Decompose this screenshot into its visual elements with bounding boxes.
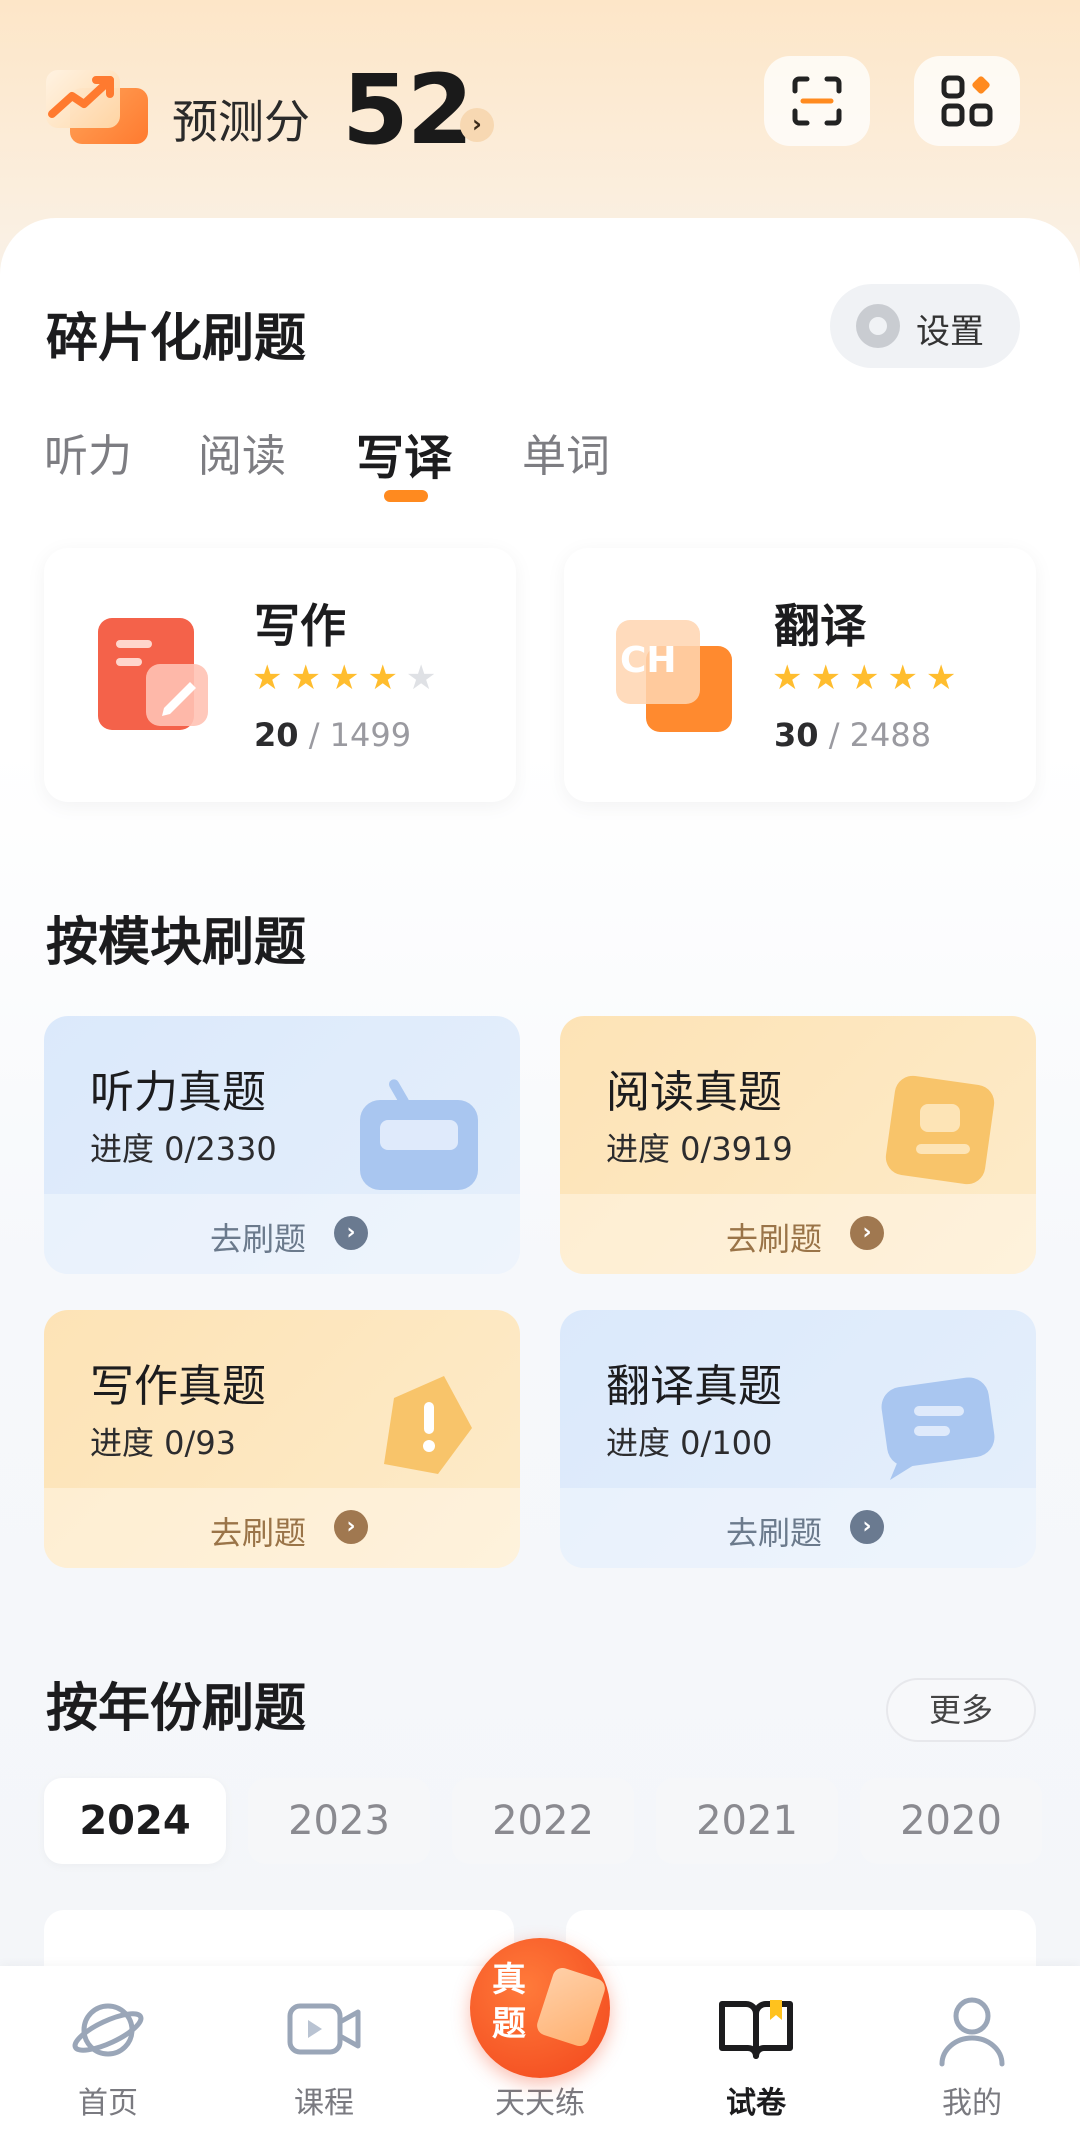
svg-text:CH: CH: [620, 640, 677, 681]
module-card-reading[interactable]: 阅读真题 进度 0/3919 去刷题 ›: [560, 1016, 1036, 1274]
settings-icon: [856, 304, 900, 348]
tab-vocabulary[interactable]: 单词: [522, 420, 610, 484]
book-reading-icon: [885, 1075, 995, 1185]
year-chip-2021[interactable]: 2021: [656, 1778, 838, 1864]
score-label[interactable]: 预测分: [172, 86, 310, 152]
chat-bubble-icon: [881, 1377, 995, 1480]
section-title-years: 按年份刷题: [46, 1679, 307, 1739]
section-title-modules: 按模块刷题: [46, 913, 307, 973]
translation-card[interactable]: CH 翻译 ★★★★★ 30 / 2488: [564, 548, 1036, 802]
apps-button[interactable]: [914, 56, 1020, 146]
module-progress: 进度 0/100: [606, 1424, 773, 1462]
go-practice-label: 去刷题: [726, 1514, 823, 1552]
module-footer[interactable]: 去刷题 ›: [44, 1488, 520, 1568]
module-footer[interactable]: 去刷题 ›: [560, 1194, 1036, 1274]
writing-card-title: 写作: [254, 599, 346, 653]
chevron-right-icon[interactable]: ›: [460, 108, 494, 142]
paper-decoration-icon: [534, 1965, 608, 2049]
writing-progress: 20 / 1499: [254, 716, 412, 754]
module-card-translation[interactable]: 翻译真题 进度 0/100 去刷题 ›: [560, 1310, 1036, 1568]
radio-icon: [360, 1079, 478, 1190]
tabbar-label: 天天练: [495, 2086, 585, 2121]
module-progress: 进度 0/2330: [90, 1130, 277, 1168]
chevron-right-icon: ›: [850, 1510, 884, 1544]
chevron-right-icon: ›: [850, 1216, 884, 1250]
module-footer[interactable]: 去刷题 ›: [44, 1194, 520, 1274]
pen-nib-icon: [384, 1376, 472, 1474]
daily-practice-center-button[interactable]: 真题: [470, 1938, 610, 2078]
book-icon: [719, 2000, 793, 2059]
header: 预测分 52 ›: [0, 40, 1080, 170]
go-practice-label: 去刷题: [210, 1514, 307, 1552]
tabbar-profile[interactable]: 我的: [892, 1966, 1052, 2140]
module-progress: 进度 0/3919: [606, 1130, 793, 1168]
module-title: 听力真题: [90, 1067, 266, 1118]
scan-button[interactable]: [764, 56, 870, 146]
section-title-fragment: 碎片化刷题: [46, 309, 307, 369]
module-card-listening[interactable]: 听力真题 进度 0/2330 去刷题 ›: [44, 1016, 520, 1274]
module-progress: 进度 0/93: [90, 1424, 237, 1462]
tabbar-label: 我的: [942, 2086, 1002, 2121]
tab-writing-translation[interactable]: 写译: [356, 418, 452, 488]
year-chip-2020[interactable]: 2020: [860, 1778, 1042, 1864]
year-chip-2023[interactable]: 2023: [248, 1778, 430, 1864]
tabbar-label: 课程: [294, 2086, 354, 2121]
module-title: 阅读真题: [606, 1067, 782, 1118]
fragment-tabs: 听力 阅读 写译 单词: [0, 420, 1080, 510]
score-value[interactable]: 52: [342, 54, 474, 166]
translation-star-rating: ★★★★★: [772, 658, 965, 698]
settings-label: 设置: [916, 312, 984, 352]
settings-button[interactable]: 设置: [830, 284, 1020, 368]
tabbar-exam-papers[interactable]: 试卷: [676, 1966, 836, 2140]
planet-icon: [72, 2003, 144, 2057]
tab-reading[interactable]: 阅读: [198, 420, 286, 484]
chevron-right-icon: ›: [334, 1216, 368, 1250]
center-button-label: 真题: [492, 1960, 526, 2044]
chevron-right-icon: ›: [334, 1510, 368, 1544]
tabbar-courses[interactable]: 课程: [244, 1966, 404, 2140]
apps-grid-icon: [941, 75, 993, 127]
translation-icon: CH: [616, 620, 732, 732]
tabbar-home[interactable]: 首页: [28, 1966, 188, 2140]
tabbar-label: 首页: [78, 2086, 138, 2121]
writing-star-rating: ★★★★★: [252, 658, 445, 698]
prediction-logo-icon: [42, 60, 152, 150]
year-chip-2024[interactable]: 2024: [44, 1778, 226, 1864]
more-button[interactable]: 更多: [886, 1678, 1036, 1742]
person-icon: [939, 1997, 1005, 2067]
translation-progress: 30 / 2488: [774, 716, 932, 754]
module-card-writing[interactable]: 写作真题 进度 0/93 去刷题 ›: [44, 1310, 520, 1568]
writing-card[interactable]: 写作 ★★★★★ 20 / 1499: [44, 548, 516, 802]
tabbar-label: 试卷: [726, 2086, 786, 2121]
writing-icon: [98, 618, 208, 730]
tab-listening[interactable]: 听力: [44, 420, 132, 484]
module-title: 写作真题: [90, 1361, 266, 1412]
go-practice-label: 去刷题: [210, 1220, 307, 1258]
translation-card-title: 翻译: [774, 599, 866, 653]
module-title: 翻译真题: [606, 1361, 782, 1412]
active-tab-indicator: [384, 490, 428, 502]
year-chip-2022[interactable]: 2022: [452, 1778, 634, 1864]
module-footer[interactable]: 去刷题 ›: [560, 1488, 1036, 1568]
go-practice-label: 去刷题: [726, 1220, 823, 1258]
scan-icon: [792, 76, 842, 126]
video-icon: [287, 2003, 361, 2055]
